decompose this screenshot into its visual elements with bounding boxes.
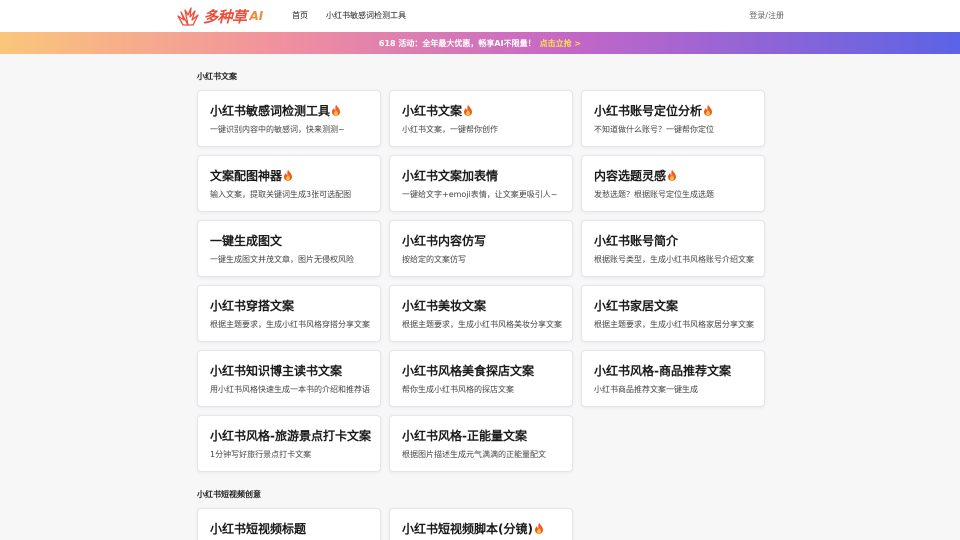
card-title: 小红书短视频脚本(分镜): [402, 520, 544, 537]
site-logo[interactable]: 多种草 AI: [176, 4, 263, 28]
card-title: 小红书账号简介: [594, 232, 678, 249]
card-description: 小红书商品推荐文案一键生成: [594, 385, 698, 394]
card-title: 小红书内容仿写: [402, 232, 486, 249]
card-description: 用小红书风格快速生成一本书的介绍和推荐语: [210, 385, 370, 394]
card-title: 文案配图神器: [210, 167, 293, 184]
tool-card[interactable]: 小红书短视频标题: [197, 508, 381, 540]
card-description: 根据图片描述生成元气满满的正能量配文: [402, 450, 546, 459]
card-description: 根据主题要求，生成小红书风格美妆分享文案: [402, 320, 562, 329]
fire-icon: [464, 104, 473, 116]
nav-home[interactable]: 首页: [292, 0, 308, 32]
card-description: 帮你生成小红书风格的探店文案: [402, 385, 514, 394]
tool-card[interactable]: 一键生成图文一键生成图文并茂文章，图片无侵权风险: [197, 220, 381, 277]
card-title-text: 小红书账号定位分析: [594, 104, 703, 118]
card-title: 小红书穿搭文案: [210, 297, 294, 314]
card-title: 小红书家居文案: [594, 297, 678, 314]
card-title-text: 小红书知识博主读书文案: [210, 364, 343, 378]
promo-text: 618 活动：全年最大优惠，畅享AI不限量！: [378, 38, 536, 48]
card-title: 小红书文案: [402, 102, 473, 119]
card-title-text: 小红书家居文案: [594, 299, 679, 313]
tool-card[interactable]: 小红书风格-商品推荐文案小红书商品推荐文案一键生成: [581, 350, 765, 407]
card-title: 小红书敏感词检测工具: [210, 102, 341, 119]
card-description: 一键给文字+emoji表情，让文案更吸引人~: [402, 190, 558, 199]
tool-card[interactable]: 小红书风格-旅游景点打卡文案 1分钟写好旅行景点打卡文案: [197, 415, 381, 472]
card-title: 小红书风格-正能量文案: [402, 427, 527, 444]
card-title-text: 小红书文案加表情: [402, 169, 499, 183]
card-description: 一键识别内容中的敏感词，快来测测~: [210, 125, 345, 134]
card-title-text: 小红书风格-旅游景点打卡文案: [210, 429, 371, 443]
tool-card[interactable]: 小红书家居文案根据主题要求，生成小红书风格家居分享文案: [581, 285, 765, 342]
card-title: 小红书账号定位分析: [594, 102, 713, 119]
tool-card[interactable]: 小红书账号简介根据账号类型，生成小红书风格账号介绍文案: [581, 220, 765, 277]
tool-card[interactable]: 小红书知识博主读书文案用小红书风格快速生成一本书的介绍和推荐语: [197, 350, 381, 407]
fire-icon: [668, 169, 677, 181]
top-navbar: 多种草 AI 首页 小红书敏感词检测工具 登录/注册: [0, 0, 960, 32]
grass-leaf-icon: [177, 7, 199, 26]
tool-card[interactable]: 文案配图神器输入文案，提取关键词生成3张可选配图: [197, 155, 381, 212]
tool-card[interactable]: 小红书内容仿写按给定的文案仿写: [389, 220, 573, 277]
card-title-text: 小红书风格-商品推荐文案: [594, 364, 731, 378]
card-title: 内容选题灵感: [594, 167, 677, 184]
card-description: 按给定的文案仿写: [402, 255, 466, 264]
card-description: 根据账号类型，生成小红书风格账号介绍文案: [594, 255, 754, 264]
fire-icon: [704, 104, 713, 116]
card-title-text: 内容选题灵感: [594, 169, 667, 183]
card-description: 根据主题要求，生成小红书风格家居分享文案: [594, 320, 754, 329]
tool-card[interactable]: 内容选题灵感发愁选题？根据账号定位生成选题: [581, 155, 765, 212]
card-title-text: 文案配图神器: [210, 169, 283, 183]
tool-card[interactable]: 小红书风格美食探店文案帮你生成小红书风格的探店文案: [389, 350, 573, 407]
fire-icon: [534, 522, 543, 534]
card-description: 1分钟写好旅行景点打卡文案: [210, 450, 312, 459]
tool-card[interactable]: 小红书穿搭文案根据主题要求，生成小红书风格穿搭分享文案: [197, 285, 381, 342]
card-title-text: 一键生成图文: [210, 234, 283, 248]
card-title-text: 小红书短视频标题: [210, 522, 307, 536]
card-title: 小红书风格美食探店文案: [402, 362, 534, 379]
tool-card[interactable]: 小红书文案加表情一键给文字+emoji表情，让文案更吸引人~: [389, 155, 573, 212]
card-title-text: 小红书风格-正能量文案: [402, 429, 527, 443]
promo-cta[interactable]: 点击立抢 >: [540, 38, 582, 49]
card-description: 输入文案，提取关键词生成3张可选配图: [210, 190, 352, 199]
card-title: 小红书文案加表情: [402, 167, 498, 184]
card-description: 小红书文案，一键帮你创作: [402, 125, 498, 134]
tool-card[interactable]: 小红书文案小红书文案，一键帮你创作: [389, 90, 573, 147]
fire-icon: [332, 104, 341, 116]
card-title-text: 小红书文案: [402, 104, 463, 118]
section-title: 小红书短视频创意: [197, 490, 261, 499]
card-title-text: 小红书账号简介: [594, 234, 679, 248]
section-title: 小红书文案: [197, 72, 237, 81]
card-title: 小红书风格-旅游景点打卡文案: [210, 427, 371, 444]
card-title: 小红书短视频标题: [210, 520, 306, 537]
tool-card[interactable]: 小红书账号定位分析不知道做什么账号？一键帮你定位: [581, 90, 765, 147]
card-title: 小红书美妆文案: [402, 297, 486, 314]
tool-card[interactable]: 小红书短视频脚本(分镜): [389, 508, 573, 540]
card-description: 根据主题要求，生成小红书风格穿搭分享文案: [210, 320, 370, 329]
card-title-text: 小红书内容仿写: [402, 234, 487, 248]
card-title-text: 小红书风格美食探店文案: [402, 364, 535, 378]
card-description: 一键生成图文并茂文章，图片无侵权风险: [210, 255, 354, 264]
fire-icon: [284, 169, 293, 181]
card-title-text: 小红书短视频脚本(分镜): [402, 522, 533, 536]
tool-card[interactable]: 小红书风格-正能量文案根据图片描述生成元气满满的正能量配文: [389, 415, 573, 472]
card-description: 发愁选题？根据账号定位生成选题: [594, 190, 714, 199]
card-title-text: 小红书穿搭文案: [210, 299, 295, 313]
nav-sensitive-word-tool[interactable]: 小红书敏感词检测工具: [326, 0, 406, 32]
card-title-text: 小红书敏感词检测工具: [210, 104, 331, 118]
card-title-text: 小红书美妆文案: [402, 299, 487, 313]
tool-card[interactable]: 小红书敏感词检测工具一键识别内容中的敏感词，快来测测~: [197, 90, 381, 147]
logo-text: 多种草: [203, 7, 247, 26]
login-register-link[interactable]: 登录/注册: [749, 0, 784, 32]
card-title: 一键生成图文: [210, 232, 282, 249]
logo-ai: AI: [249, 9, 264, 23]
card-title: 小红书知识博主读书文案: [210, 362, 342, 379]
tool-card[interactable]: 小红书美妆文案根据主题要求，生成小红书风格美妆分享文案: [389, 285, 573, 342]
card-title: 小红书风格-商品推荐文案: [594, 362, 731, 379]
card-description: 不知道做什么账号？一键帮你定位: [594, 125, 714, 134]
promo-banner[interactable]: 618 活动：全年最大优惠，畅享AI不限量！ 点击立抢 >: [0, 32, 960, 54]
